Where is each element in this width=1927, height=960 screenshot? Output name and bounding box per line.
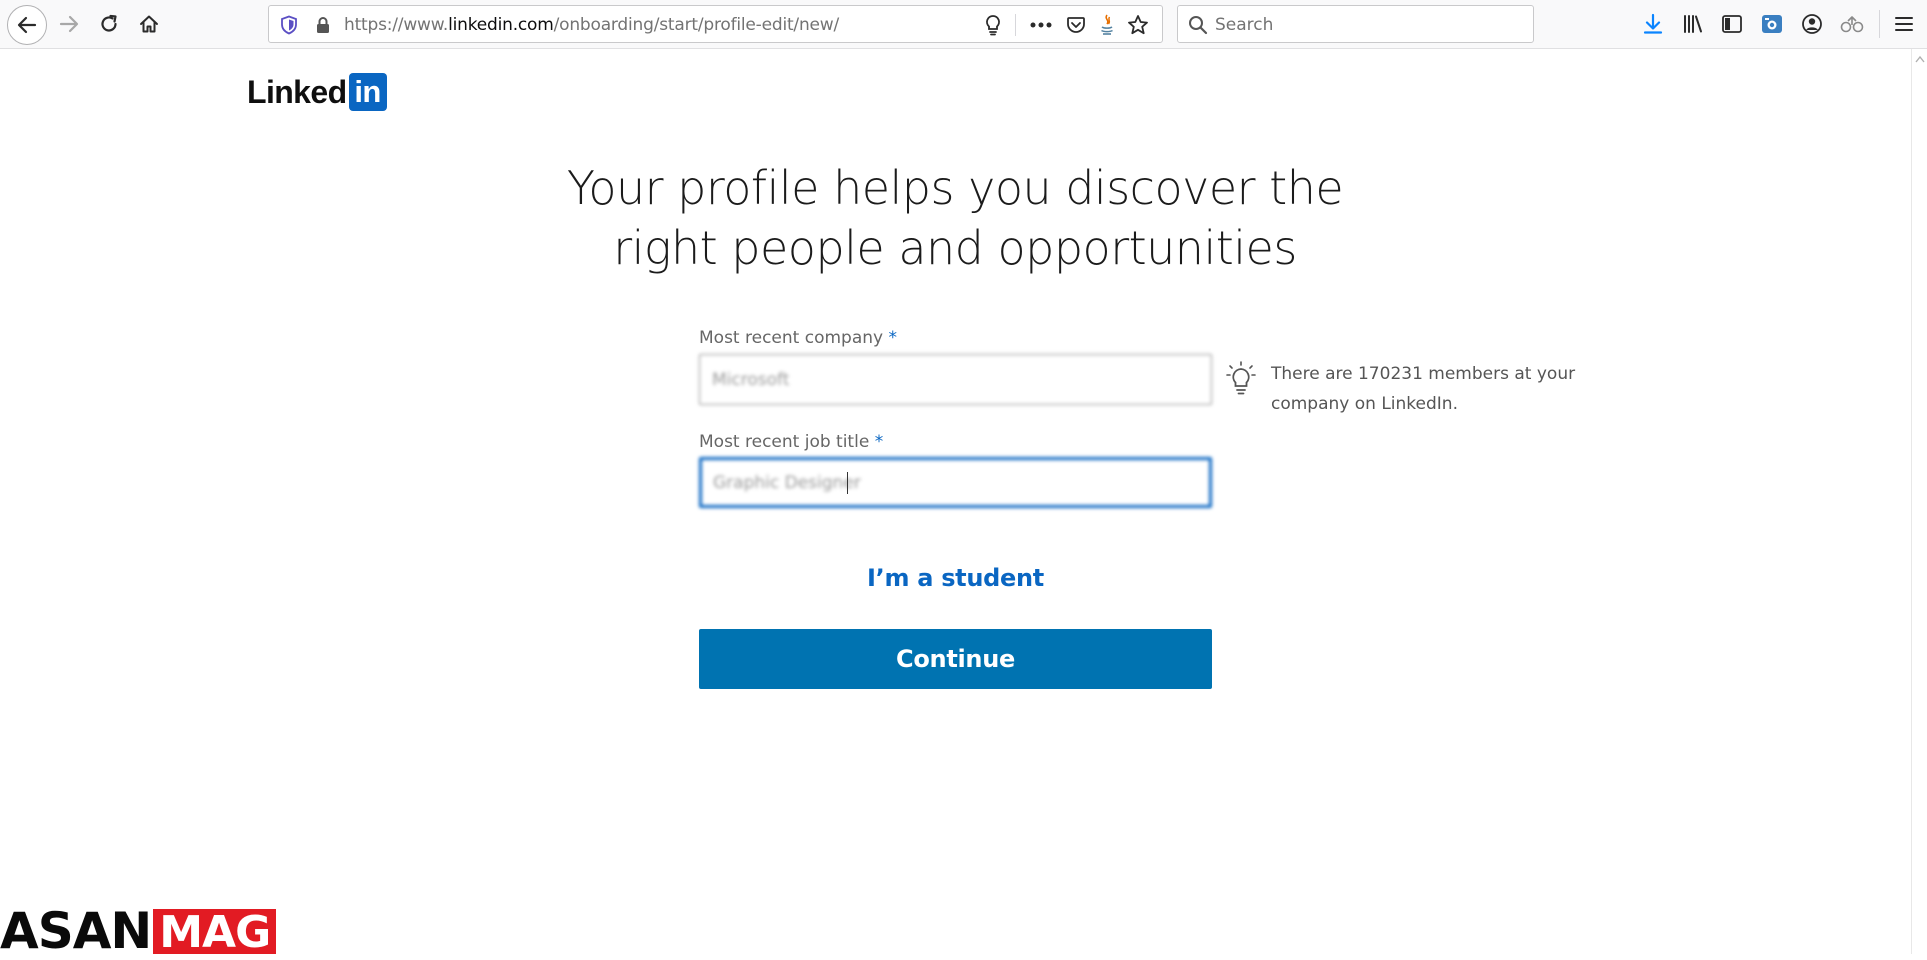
reload-icon xyxy=(101,14,117,32)
page-scrollbar[interactable] xyxy=(1911,49,1927,954)
extension-icon xyxy=(1840,16,1864,33)
back-arrow-icon xyxy=(17,16,37,34)
screenshot-extension-button[interactable] xyxy=(1753,5,1791,43)
sidebar-button[interactable] xyxy=(1713,5,1751,43)
hamburger-menu-icon xyxy=(1895,17,1913,31)
search-icon xyxy=(1189,16,1208,35)
account-button[interactable] xyxy=(1793,5,1831,43)
pocket-icon[interactable] xyxy=(1060,6,1092,44)
bookmark-star-icon[interactable] xyxy=(1122,6,1154,44)
lightbulb-hint-icon xyxy=(1226,361,1256,395)
linkedin-logo[interactable]: Linked in xyxy=(247,73,387,111)
continue-button[interactable]: Continue xyxy=(699,629,1212,689)
reader-hint-lightbulb-icon[interactable] xyxy=(977,6,1009,44)
required-marker: * xyxy=(888,328,897,348)
browser-toolbar: https://www.linkedin.com/onboarding/star… xyxy=(0,0,1927,49)
url-prefix: https://www. xyxy=(344,15,449,35)
scroll-up-arrow-icon[interactable] xyxy=(1915,55,1925,63)
company-label: Most recent company * xyxy=(699,328,897,348)
downloads-button[interactable] xyxy=(1634,5,1672,43)
logo-wordmark: Linked xyxy=(247,74,347,110)
url-text[interactable]: https://www.linkedin.com/onboarding/star… xyxy=(344,15,839,35)
job-title-label-text: Most recent job title xyxy=(699,432,870,452)
text-caret xyxy=(847,472,848,494)
camera-extension-icon xyxy=(1762,15,1782,33)
headline-line-1: Your profile helps you discover the xyxy=(566,161,1344,215)
required-marker: * xyxy=(874,432,884,452)
search-bar[interactable]: Search xyxy=(1177,5,1534,43)
student-link[interactable]: I’m a student xyxy=(699,564,1212,592)
toolbar-separator xyxy=(1879,10,1880,38)
page-headline: Your profile helps you discover the righ… xyxy=(440,158,1470,278)
asanmag-watermark: ASAN MAG xyxy=(0,902,277,960)
company-members-hint: There are 170231 members at your company… xyxy=(1271,364,1576,414)
back-button[interactable] xyxy=(7,5,47,45)
company-label-text: Most recent company xyxy=(699,328,884,348)
company-input[interactable] xyxy=(699,354,1212,405)
account-icon xyxy=(1802,14,1822,34)
job-title-label: Most recent job title * xyxy=(699,432,883,452)
job-title-input[interactable] xyxy=(699,457,1212,508)
forward-arrow-icon xyxy=(59,15,79,33)
reload-button[interactable] xyxy=(90,5,128,43)
tracking-protection-icon[interactable] xyxy=(273,6,305,44)
home-icon xyxy=(140,15,158,33)
page-actions-icon[interactable] xyxy=(1025,6,1057,44)
home-button[interactable] xyxy=(130,5,168,43)
menu-button[interactable] xyxy=(1885,5,1923,43)
search-placeholder: Search xyxy=(1215,15,1274,35)
sidebar-icon xyxy=(1722,15,1742,33)
url-bar[interactable]: https://www.linkedin.com/onboarding/star… xyxy=(268,5,1163,43)
java-extension-icon[interactable] xyxy=(1091,6,1123,44)
forward-button[interactable] xyxy=(50,5,88,43)
url-path: /onboarding/start/profile-edit/new/ xyxy=(553,15,840,35)
watermark-part-2: MAG xyxy=(153,909,277,957)
library-icon xyxy=(1684,15,1702,33)
lock-icon[interactable] xyxy=(307,6,339,44)
headline-line-2: right people and opportunities xyxy=(613,221,1297,275)
library-button[interactable] xyxy=(1674,5,1712,43)
download-arrow-icon xyxy=(1643,13,1663,34)
url-separator xyxy=(1015,14,1016,36)
logo-badge: in xyxy=(348,73,387,111)
extension-button[interactable] xyxy=(1833,5,1871,43)
url-host: linkedin.com xyxy=(448,15,554,35)
watermark-part-1: ASAN xyxy=(0,902,152,960)
